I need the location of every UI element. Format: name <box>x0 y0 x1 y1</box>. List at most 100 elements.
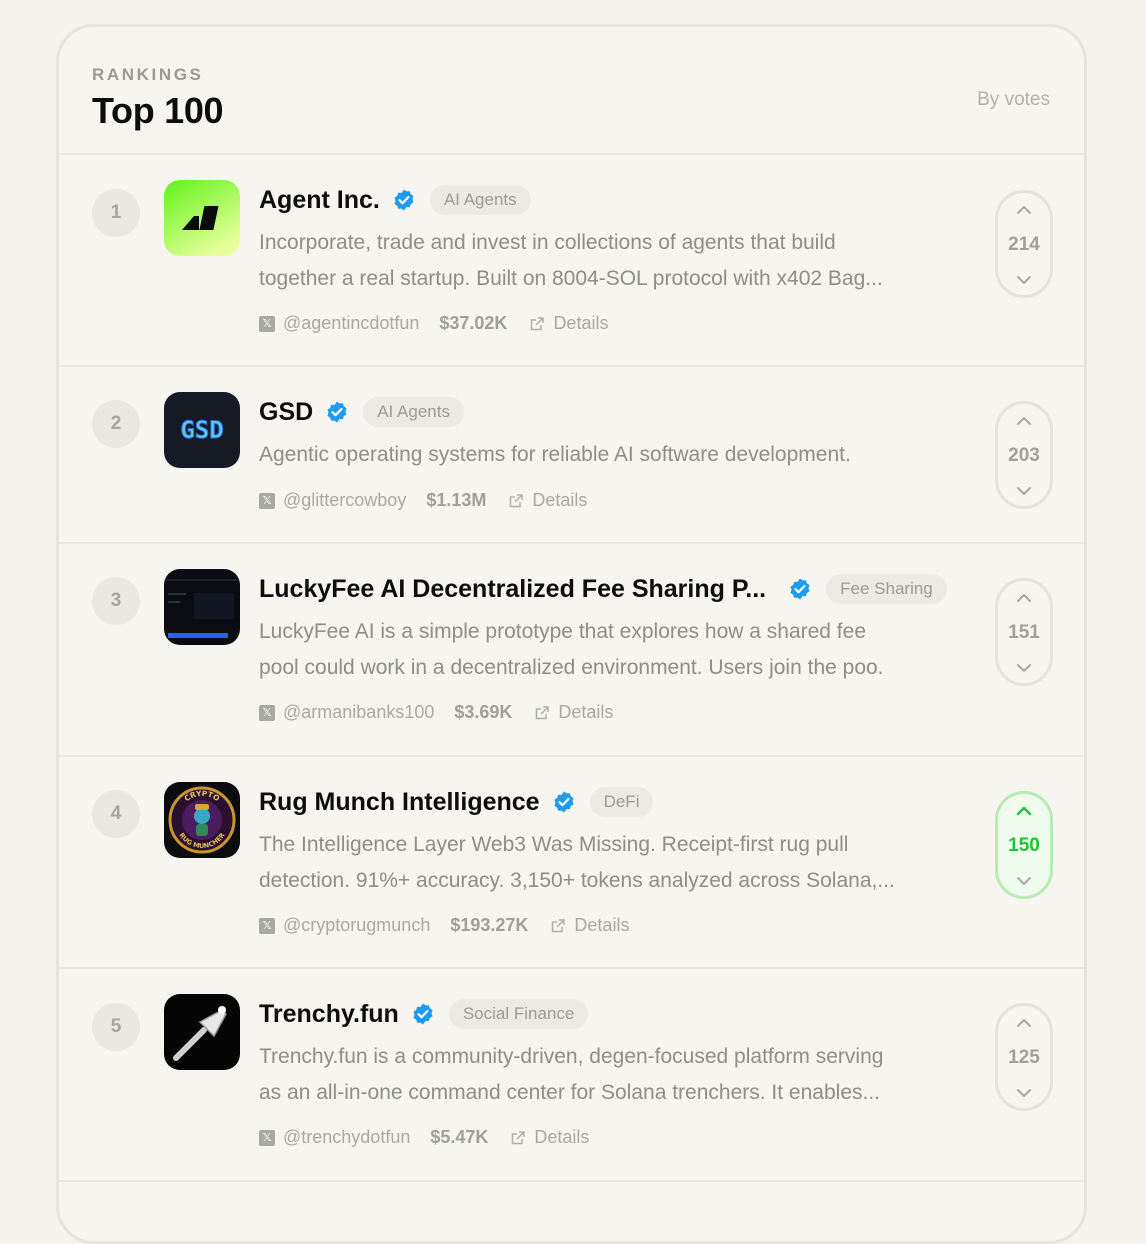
project-title-line: Rug Munch Intelligence DeFi <box>259 785 654 819</box>
details-link[interactable]: Details <box>529 313 608 334</box>
list-item[interactable]: 3 LuckyFee AI Decentralized Fee Sharing … <box>59 544 1084 757</box>
external-link-icon <box>508 493 524 509</box>
project-description: LuckyFee AI is a simple prototype that e… <box>259 614 971 686</box>
vote-widget: 150 <box>995 791 1053 899</box>
market-cap: $3.69K <box>454 702 513 722</box>
x-logo-icon: 𝕏 <box>259 917 275 934</box>
x-logo-icon: 𝕏 <box>259 315 275 332</box>
rank-badge: 1 <box>92 189 140 237</box>
description-line: Incorporate, trade and invest in collect… <box>259 231 836 254</box>
rankings-header: RANKINGS Top 100 By votes <box>59 27 1084 155</box>
gsd-logo-icon[interactable]: GSD <box>164 392 240 468</box>
project-name[interactable]: Agent Inc. <box>259 186 380 215</box>
description-line: Trenchy.fun is a community-driven, degen… <box>259 1045 884 1068</box>
description-line: Agentic operating systems for reliable A… <box>259 443 851 466</box>
verified-badge-icon <box>392 188 416 212</box>
details-link[interactable]: Details <box>534 702 613 723</box>
upvote-chevron-up-icon[interactable] <box>1014 414 1034 428</box>
category-tag[interactable]: Social Finance <box>448 999 589 1029</box>
rank-badge: 3 <box>92 577 140 625</box>
project-name[interactable]: LuckyFee AI Decentralized Fee Sharing P.… <box>259 575 766 604</box>
details-link[interactable]: Details <box>508 490 587 511</box>
description-line: as an all-in-one command center for Sola… <box>259 1081 880 1104</box>
list-item[interactable]: 2 GSD GSD AI Agents Agentic operating sy… <box>59 367 1084 544</box>
upvote-chevron-up-icon[interactable] <box>1014 1016 1034 1030</box>
project-name[interactable]: GSD <box>259 398 313 427</box>
list-item[interactable]: 5 Trenchy.fun Social Finance Trenchy.fun… <box>59 969 1084 1182</box>
description-line: pool could work in a decentralized envir… <box>259 656 884 679</box>
vote-count: 125 <box>1008 1047 1040 1068</box>
downvote-chevron-down-icon[interactable] <box>1014 1086 1034 1100</box>
verified-badge-icon <box>411 1002 435 1026</box>
project-meta: 𝕏 @cryptorugmunch $193.27K Details <box>259 915 629 936</box>
rug-munch-logo-icon[interactable]: CRYPTO RUG MUNCHER <box>164 782 240 858</box>
gsd-logo-text: GSD <box>180 416 223 444</box>
vote-count: 151 <box>1008 622 1040 643</box>
x-handle-link[interactable]: @trenchydotfun <box>283 1127 410 1148</box>
project-title-line: LuckyFee AI Decentralized Fee Sharing P.… <box>259 572 947 606</box>
sort-by-votes-button[interactable]: By votes <box>977 89 1050 111</box>
downvote-chevron-down-icon[interactable] <box>1014 874 1034 888</box>
category-tag[interactable]: AI Agents <box>363 397 464 427</box>
details-label: Details <box>574 915 630 935</box>
downvote-chevron-down-icon[interactable] <box>1014 484 1034 498</box>
market-cap: $5.47K <box>430 1127 489 1147</box>
details-link[interactable]: Details <box>550 915 629 936</box>
project-name[interactable]: Trenchy.fun <box>259 1000 399 1029</box>
vote-count: 214 <box>1008 234 1040 255</box>
project-name[interactable]: Rug Munch Intelligence <box>259 788 540 817</box>
verified-badge-icon <box>552 790 576 814</box>
market-cap: $1.13M <box>426 490 487 510</box>
details-label: Details <box>534 1127 590 1147</box>
x-handle-link[interactable]: @agentincdotfun <box>283 313 419 334</box>
agent-inc-logo-icon[interactable] <box>164 180 240 256</box>
external-link-icon <box>534 705 550 721</box>
project-meta: 𝕏 @glittercowboy $1.13M Details <box>259 490 587 511</box>
rank-badge: 5 <box>92 1003 140 1051</box>
x-logo-icon: 𝕏 <box>259 704 275 721</box>
project-meta: 𝕏 @agentincdotfun $37.02K Details <box>259 313 608 334</box>
description-line: together a real startup. Built on 8004-S… <box>259 267 883 290</box>
upvote-chevron-up-icon[interactable] <box>1014 804 1034 818</box>
project-description: Agentic operating systems for reliable A… <box>259 437 971 473</box>
details-label: Details <box>553 313 609 333</box>
x-handle-link[interactable]: @glittercowboy <box>283 490 406 511</box>
vote-widget: 203 <box>995 401 1053 509</box>
project-title-line: Trenchy.fun Social Finance <box>259 997 589 1031</box>
vote-widget: 125 <box>995 1003 1053 1111</box>
vote-widget: 151 <box>995 578 1053 686</box>
vote-count: 203 <box>1008 445 1040 466</box>
project-description: The Intelligence Layer Web3 Was Missing.… <box>259 827 971 899</box>
x-logo-icon: 𝕏 <box>259 492 275 509</box>
project-meta: 𝕏 @trenchydotfun $5.47K Details <box>259 1127 589 1148</box>
x-handle-link[interactable]: @armanibanks100 <box>283 702 434 723</box>
downvote-chevron-down-icon[interactable] <box>1014 273 1034 287</box>
downvote-chevron-down-icon[interactable] <box>1014 661 1034 675</box>
list-item[interactable]: 4 CRYPTO RUG MUNCHER Rug Munch Intellige… <box>59 757 1084 969</box>
project-meta: 𝕏 @armanibanks100 $3.69K Details <box>259 702 613 723</box>
rankings-eyebrow: RANKINGS <box>92 65 204 84</box>
category-tag[interactable]: AI Agents <box>429 185 531 215</box>
category-tag[interactable]: Fee Sharing <box>826 574 947 604</box>
description-line: The Intelligence Layer Web3 Was Missing.… <box>259 833 849 856</box>
verified-badge-icon <box>325 400 349 424</box>
market-cap: $193.27K <box>450 915 529 935</box>
market-cap: $37.02K <box>439 313 508 333</box>
external-link-icon <box>550 918 566 934</box>
x-logo-icon: 𝕏 <box>259 1129 275 1146</box>
list-item[interactable]: 1 Agent Inc. AI Agents Incorporate, trad… <box>59 155 1084 367</box>
shovel-logo-icon[interactable] <box>164 994 240 1070</box>
details-label: Details <box>558 702 614 722</box>
project-description: Incorporate, trade and invest in collect… <box>259 225 971 297</box>
details-link[interactable]: Details <box>510 1127 589 1148</box>
rankings-panel: RANKINGS Top 100 By votes 1 Agent Inc. A… <box>56 24 1087 1244</box>
category-tag[interactable]: DeFi <box>589 787 654 817</box>
x-handle-link[interactable]: @cryptorugmunch <box>283 915 430 936</box>
luckyfee-logo-icon[interactable] <box>164 569 240 645</box>
external-link-icon <box>510 1130 526 1146</box>
upvote-chevron-up-icon[interactable] <box>1014 203 1034 217</box>
project-title-line: GSD AI Agents <box>259 395 464 429</box>
rank-badge: 2 <box>92 400 140 448</box>
upvote-chevron-up-icon[interactable] <box>1014 591 1034 605</box>
verified-badge-icon <box>788 577 812 601</box>
